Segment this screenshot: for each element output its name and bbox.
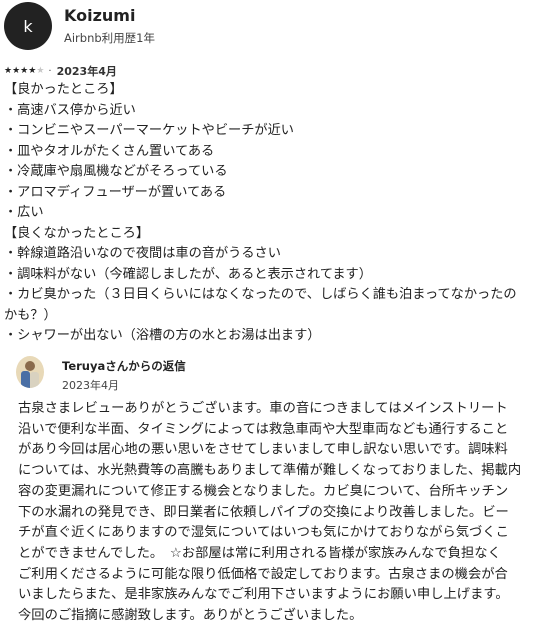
review-line: 【良かったところ】 xyxy=(4,82,123,97)
reply-title: Teruyaさんからの返信 xyxy=(62,359,186,373)
host-avatar-figure xyxy=(21,371,30,388)
reply-line: 古泉さまレビューありがとうございます。車の音につきましてはメインストリート xyxy=(18,401,508,416)
reply-line: ご利用くださるように可能な限り低価格で設定しております。古泉さまの機会が合 xyxy=(18,566,508,582)
star-rating: ★ ★ ★ ★ ★ xyxy=(4,66,44,76)
reply-line: 今回のご指摘に感謝致します。ありがとうございました。 xyxy=(18,608,363,624)
review-line: ・アロマディフューザーが置いてある xyxy=(4,184,227,200)
host-avatar-photo xyxy=(25,361,35,371)
rating-row: ★ ★ ★ ★ ★ · 2023年4月 xyxy=(4,63,117,79)
star-icon: ★ xyxy=(12,66,21,76)
review-date: 2023年4月 xyxy=(56,65,117,78)
reply-line: 下の水漏れの発見でき、即日業者に依頼しパイプの交換により改善しました。ビー xyxy=(18,504,509,520)
review-line: ・コンビニやスーパーマーケットやビーチが近い xyxy=(4,123,294,138)
review-line: ・カビ臭かった（３日目くらいにはなくなったので、しばらく誰も泊まってなかったの xyxy=(4,287,517,302)
host-avatar-figure-2 xyxy=(30,372,39,388)
review-line: 【良くなかったところ】 xyxy=(4,225,150,241)
star-icon: ★ xyxy=(36,66,45,76)
review-line: ・高速バス停から近い xyxy=(4,102,136,118)
reviewer-meta: Airbnb利用歴1年 xyxy=(64,31,155,45)
separator-dot: · xyxy=(48,65,52,77)
reply-date: 2023年4月 xyxy=(62,379,119,392)
reply-line: があり今回は居心地の悪い思いをさせてしまいまして申し訳ない思いです。調味料 xyxy=(18,442,508,458)
review-line: かも？） xyxy=(4,307,57,323)
reviewer-name[interactable]: Koizumi xyxy=(64,6,135,25)
review-line: ・調味料がない（今確認しましたが、あると表示されてます） xyxy=(4,266,372,282)
reply-line: とができませんでした。 ☆お部屋は常に利用される皆様が家族みんなで負担なく xyxy=(18,545,501,561)
review-text: 【良かったところ】 ・高速バス停から近い・コンビニやスーパーマーケットやビーチが近… xyxy=(4,80,552,347)
star-icon: ★ xyxy=(20,66,29,76)
review-line: ・広い xyxy=(4,205,44,220)
review-line: ・冷蔵庫や扇風機などがそろっている xyxy=(4,164,228,179)
reply-line: チが直ぐ近くにありますので湿気についてはいつも気にかけておりながら気づくこ xyxy=(18,525,509,541)
review-line: ・幹線道路沿いなので夜間は車の音がうるさい xyxy=(4,246,281,261)
star-icon: ★ xyxy=(4,66,13,76)
reply-line: 容の変更漏れについて修正する機会となりました。カビ臭について、台所キッチン xyxy=(18,483,509,499)
reviewer-avatar[interactable]: k xyxy=(4,2,52,50)
reply-line: については、水光熱費等の高騰もありまして準備が難しくなっておりました、掲載内 xyxy=(18,463,522,479)
reply-line: いましたらまた、是非家族みんなでご利用下さいますようにお願い申し上げます。 xyxy=(18,587,509,603)
star-icon: ★ xyxy=(28,66,37,76)
review-header: k Koizumi Airbnb利用歴1年 xyxy=(4,2,550,54)
reply-line: 沿いで便利な半面、タイミングによっては救急車両や大型車両なども通行すること xyxy=(18,421,509,437)
host-avatar[interactable] xyxy=(16,356,44,388)
review-line: ・シャワーが出ない（浴槽の方の水とお湯は出ます） xyxy=(4,328,321,343)
review-line: ・皿やタオルがたくさん置いてある xyxy=(4,143,215,159)
reply-text: 古泉さまレビューありがとうございます。車の音につきましてはメインストリート 沿いで… xyxy=(18,399,552,624)
